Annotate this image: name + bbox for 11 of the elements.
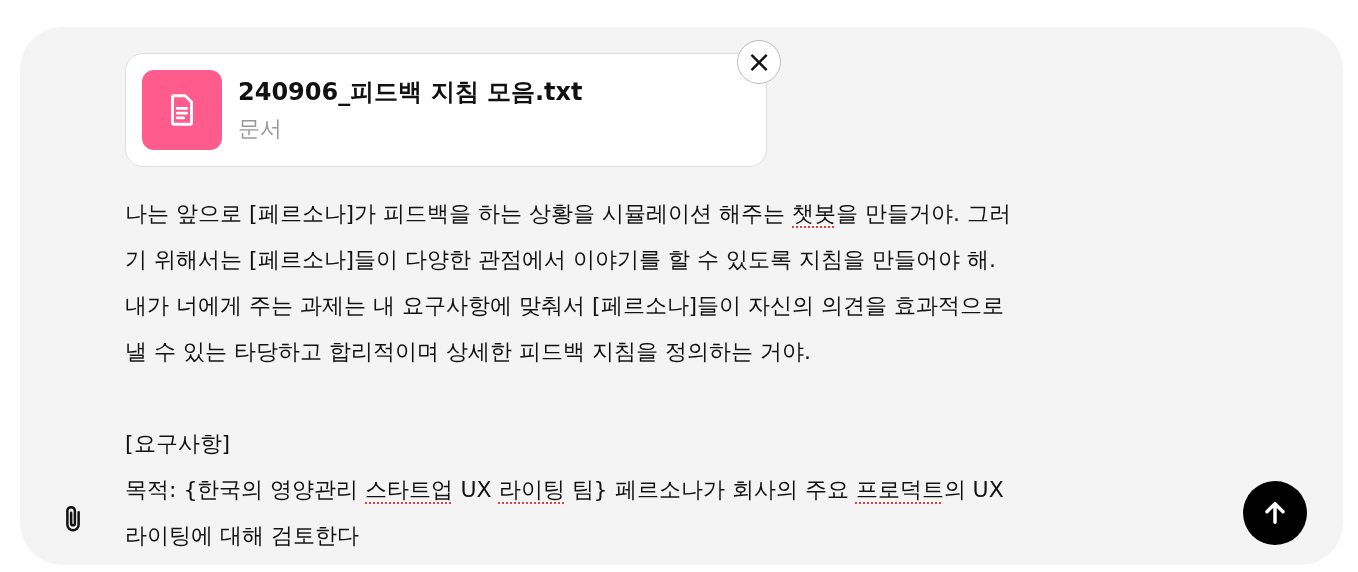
message-text-line: 목적: {한국의 영양관리 스타트업 UX 라이팅 팀} 페르소나가 회사의 주요 프로덕트의 UX bbox=[125, 476, 1005, 504]
message-text-line: 라이팅에 대해 검토한다 bbox=[125, 522, 360, 550]
message-text-line: 기 위해서는 [페르소나]들이 다양한 관점에서 이야기를 할 수 있도록 지침을 만들어야 해. bbox=[125, 246, 998, 274]
message-text-line: 내가 너에게 주는 과제는 내 요구사항에 맞춰서 [페르소나]들이 자신의 의견을 효과적으로 bbox=[125, 292, 1006, 320]
message-text-line: 나는 앞으로 [페르소나]가 피드백을 하는 상황을 시뮬레이션 해주는 챗봇을 만들거야. 그러 bbox=[125, 200, 1013, 228]
close-button[interactable]: × bbox=[737, 40, 781, 84]
message-text-line: [요구사항] bbox=[125, 430, 232, 458]
message-text-line: 낼 수 있는 타당하고 합리적이며 상세한 피드백 지침을 정의하는 거야. bbox=[125, 338, 812, 366]
file-name: 240906_피드백 지침 모음.txt bbox=[238, 77, 583, 108]
file-type: 문서 bbox=[238, 115, 283, 143]
document-icon bbox=[142, 70, 222, 150]
